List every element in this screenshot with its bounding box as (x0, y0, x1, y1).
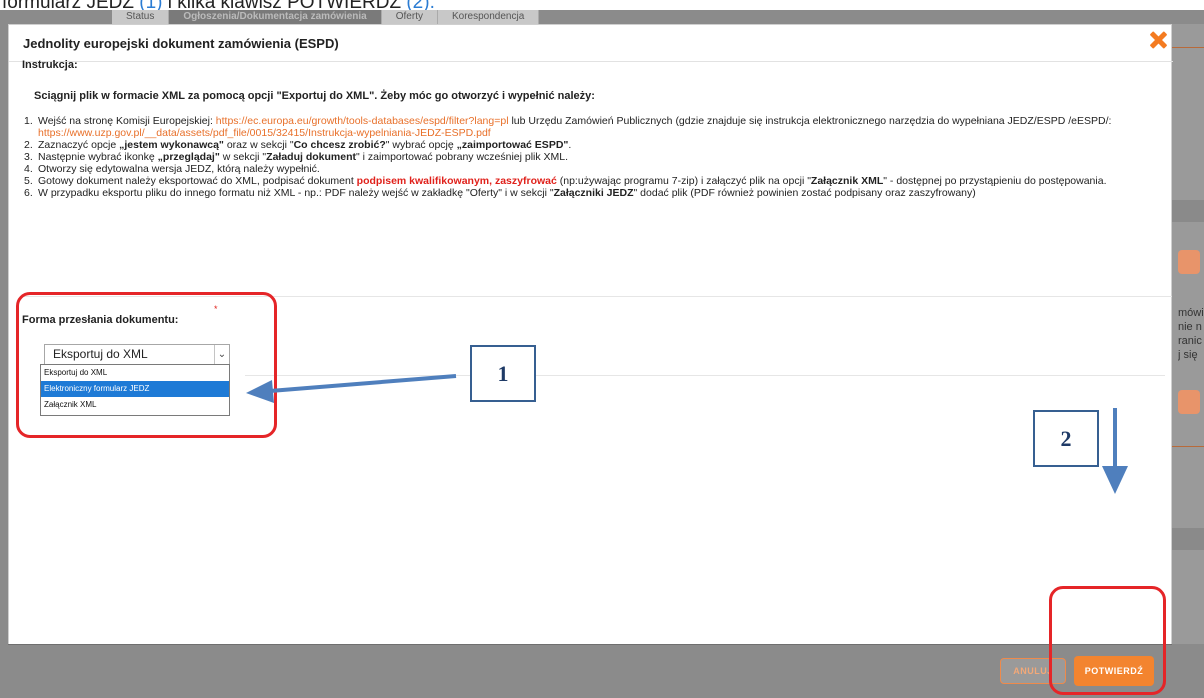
highlight-confirm-area (1049, 586, 1166, 695)
step-item: 2. Zaznaczyć opcje „jestem wykonawcą" or… (24, 139, 1144, 151)
step-text: Zaznaczyć opcje „jestem wykonawcą" oraz … (38, 139, 1144, 151)
step-item: 5. Gotowy dokument należy eksportować do… (24, 175, 1144, 187)
step-item: 3. Następnie wybrać ikonkę „przeglądaj" … (24, 151, 1144, 163)
step-emphasis: Załączniki JEDZ (553, 187, 634, 199)
step-text: Otworzy się edytowalna wersja JEDZ, któr… (38, 163, 320, 175)
step-text-part: (np:używając programu 7-zip) i załączyć … (556, 175, 811, 187)
section-divider (245, 375, 1165, 376)
step-item: 1. Wejść na stronę Komisji Europejskiej:… (24, 115, 1144, 139)
bg-band (1172, 528, 1204, 550)
modal-title: Jednolity europejski dokument zamówienia… (23, 36, 339, 51)
bg-tab-status: Status (112, 10, 170, 24)
instruction-steps: 1. Wejść na stronę Komisji Europejskiej:… (24, 115, 1144, 199)
caption-text: formularz JEDZ (2, 0, 134, 10)
bg-tab-correspondence: Korespondencja (437, 10, 540, 24)
bg-side-line: j się (1178, 349, 1198, 361)
page-caption: formularz JEDZ (1) i klika klawisz POTWI… (0, 0, 1204, 10)
step-text-part: w sekcji " (219, 151, 267, 163)
step-number: 3. (24, 151, 33, 163)
bg-tab-offers: Oferty (381, 10, 438, 24)
step-text-part: Zaznaczyć opcje (38, 139, 120, 151)
bg-divider (1172, 47, 1204, 48)
instruction-label: Instrukcja: (22, 59, 78, 71)
bg-side-line: nie n (1178, 321, 1202, 333)
caption-ref-1: (1) (139, 0, 162, 10)
bg-side-text: mówi nie n ranic j się (1178, 306, 1204, 362)
step-text-part: Następnie wybrać ikonkę (38, 151, 158, 163)
step-text-part: " - dostępnej po przystąpieniu do postęp… (883, 175, 1107, 187)
step-text-part: oraz w sekcji " (223, 139, 294, 151)
step-emphasis: Załaduj dokument (266, 151, 356, 163)
modal-header: Jednolity europejski dokument zamówienia… (9, 25, 1173, 62)
step-text: Gotowy dokument należy eksportować do XM… (38, 175, 1144, 187)
bg-file-icon (1178, 250, 1200, 274)
step-emphasis: Załącznik XML (810, 175, 884, 187)
step-warning: podpisem kwalifikowanym (356, 175, 490, 187)
step-text-part: W przypadku eksportu pliku do innego for… (38, 187, 554, 199)
step-item: 6. W przypadku eksportu pliku do innego … (24, 187, 1144, 199)
step-number: 5. (24, 175, 33, 187)
bg-file-icon (1178, 390, 1200, 414)
step-text: W przypadku eksportu pliku do innego for… (38, 187, 1144, 199)
close-icon[interactable] (1149, 31, 1167, 49)
bg-side-line: mówi (1178, 307, 1204, 319)
step-number: 2. (24, 139, 33, 151)
step-emphasis: Co chcesz zrobić? (293, 139, 386, 151)
bg-band (1172, 200, 1204, 222)
step-number: 6. (24, 187, 33, 199)
step-number: 4. (24, 163, 33, 175)
instruction-heading: Sciągnij plik w formacie XML za pomocą o… (34, 90, 595, 102)
step-text-part: " wybrać opcję (385, 139, 457, 151)
step-text-part: " i zaimportować pobrany wcześniej plik … (356, 151, 569, 163)
step-text-part: Wejść na stronę Komisji Europejskiej: (38, 115, 216, 127)
background-tabs: Status Ogłoszenia/Dokumentacja zamówieni… (112, 10, 540, 24)
caption-ref-2: (2). (406, 0, 435, 10)
step-emphasis: „przeglądaj" (157, 151, 220, 163)
annotation-label-1: 1 (470, 345, 536, 402)
caption-text-middle: i klika klawisz POTWIERDŹ (168, 0, 401, 10)
modal-footer (8, 644, 1172, 698)
step-number: 1. (24, 115, 33, 127)
bg-side-line: ranic (1178, 335, 1202, 347)
step-text-part: " dodać plik (PDF również powinien zosta… (633, 187, 976, 199)
bg-tab-documents: Ogłoszenia/Dokumentacja zamówienia (169, 10, 382, 24)
bg-divider (1172, 446, 1204, 447)
step-emphasis: „zaimportować ESPD" (456, 139, 569, 151)
uzp-instruction-link[interactable]: https://www.uzp.gov.pl/__data/assets/pdf… (38, 127, 491, 139)
step-text: Następnie wybrać ikonkę „przeglądaj" w s… (38, 151, 1144, 163)
annotation-label-2: 2 (1033, 410, 1099, 467)
ec-europa-link[interactable]: https://ec.europa.eu/growth/tools-databa… (216, 115, 509, 127)
step-item: 4. Otworzy się edytowalna wersja JEDZ, k… (24, 163, 1144, 175)
step-emphasis: „jestem wykonawcą" (119, 139, 224, 151)
step-text-part: Gotowy dokument należy eksportować do XM… (38, 175, 357, 187)
step-text-part: . (568, 139, 572, 151)
step-text-part: lub Urzędu Zamówień Publicznych (gdzie z… (508, 115, 1112, 127)
step-warning: zaszyfrować (494, 175, 557, 187)
step-text: Wejść na stronę Komisji Europejskiej: ht… (38, 115, 1144, 139)
highlight-dropdown-area (16, 292, 277, 438)
